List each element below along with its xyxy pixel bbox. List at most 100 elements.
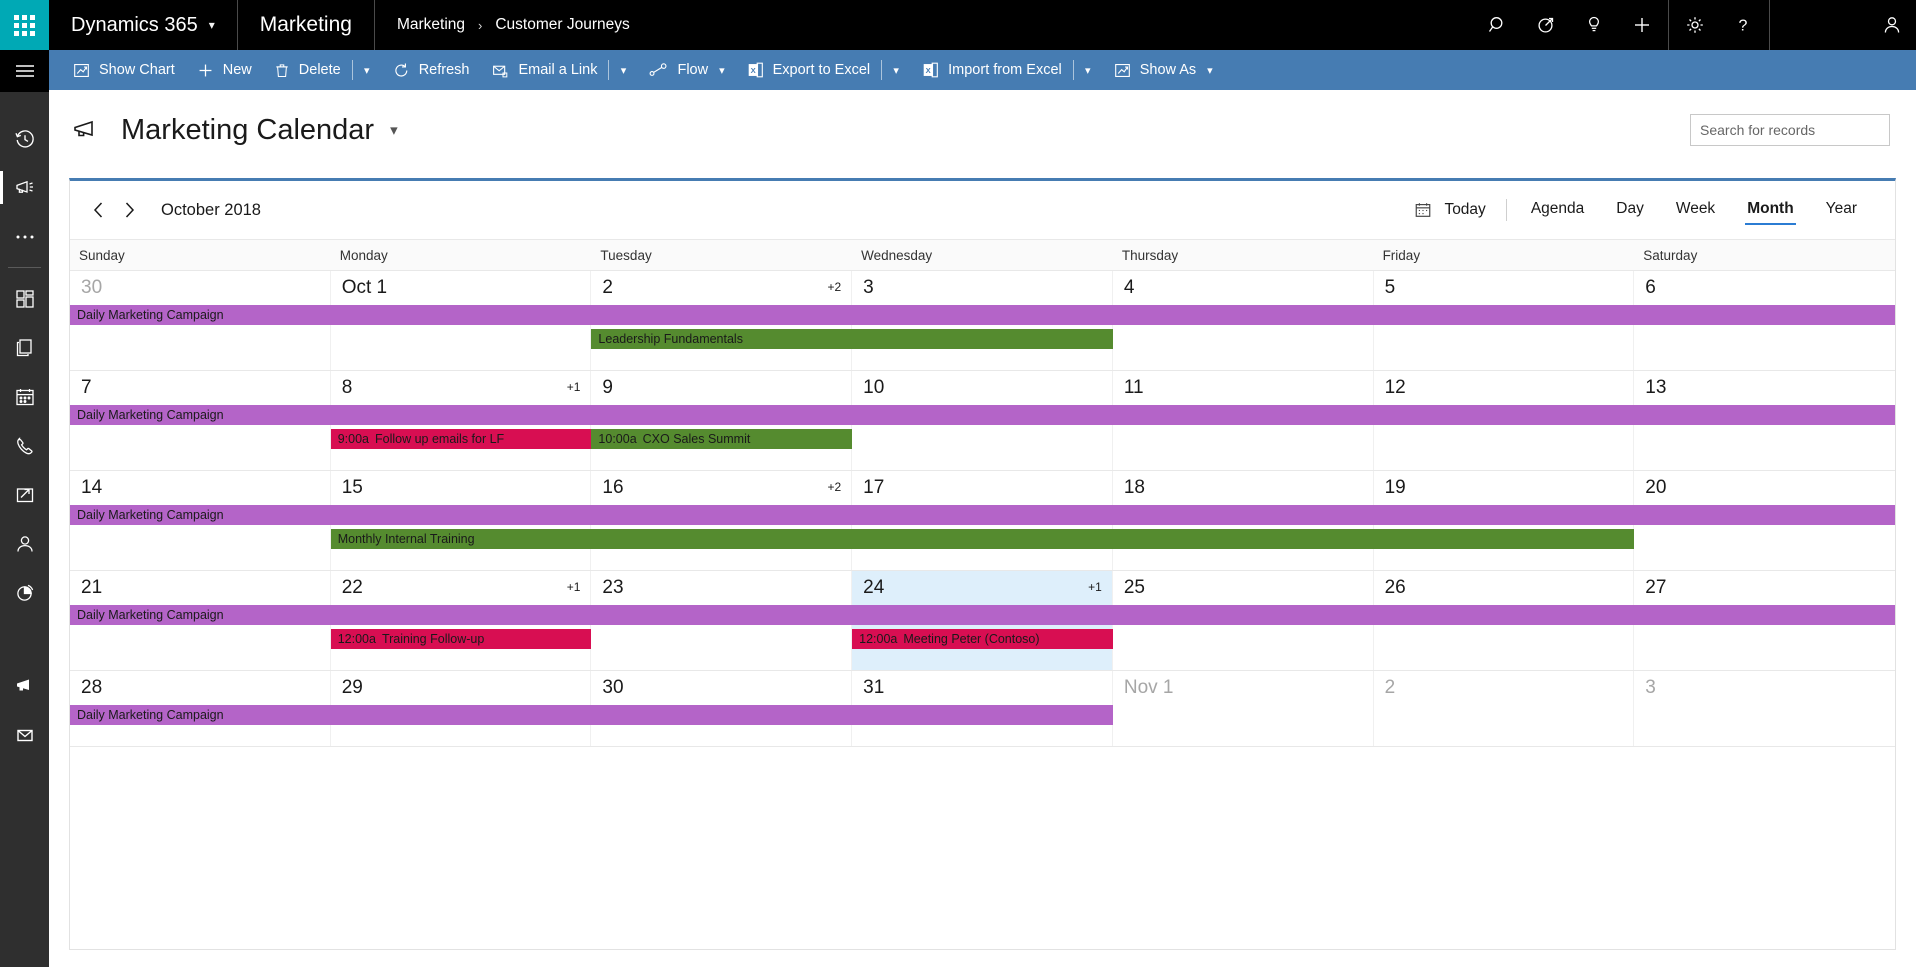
day-number[interactable]: 30 [81, 277, 102, 299]
command-delete-chevron-down-icon[interactable]: ▾ [351, 50, 382, 90]
app-launcher-button[interactable] [0, 0, 49, 50]
day-number[interactable]: 21 [81, 577, 102, 599]
day-number[interactable]: 16 [602, 477, 623, 499]
search-icon[interactable] [1474, 0, 1522, 50]
calendar-event[interactable]: Leadership Fundamentals [591, 329, 1113, 349]
search-input[interactable] [1700, 122, 1881, 138]
more-events-badge[interactable]: +1 [567, 380, 581, 394]
today-button[interactable]: Today [1402, 201, 1497, 219]
calendar-event[interactable]: 10:00a CXO Sales Summit [591, 429, 853, 449]
breadcrumb-parent[interactable]: Marketing [397, 16, 465, 34]
command-refresh[interactable]: Refresh [382, 50, 481, 90]
day-number[interactable]: 28 [81, 677, 102, 699]
sidebar-item-recent-items[interactable] [0, 114, 49, 163]
command-export-to-excel-chevron-down-icon[interactable]: ▾ [881, 50, 911, 90]
day-number[interactable]: 11 [1124, 377, 1144, 399]
sidebar-item-menu-toggle[interactable] [0, 50, 49, 92]
help-icon[interactable]: ? [1719, 0, 1767, 50]
search-records-box[interactable] [1690, 114, 1890, 146]
command-new[interactable]: New [186, 50, 263, 90]
day-number[interactable]: 31 [863, 677, 884, 699]
chevron-down-icon[interactable]: ▾ [719, 64, 725, 77]
more-events-badge[interactable]: +1 [567, 580, 581, 594]
calendar-event[interactable]: Monthly Internal Training [330, 529, 1635, 549]
calendar-event[interactable]: Daily Marketing Campaign [70, 505, 1895, 525]
user-avatar-icon[interactable] [1868, 0, 1916, 50]
day-number[interactable]: 25 [1124, 577, 1145, 599]
day-number[interactable]: 30 [602, 677, 623, 699]
day-number[interactable]: 5 [1385, 277, 1396, 299]
sidebar-item-cases[interactable] [0, 470, 49, 519]
app-name[interactable]: Marketing [238, 0, 375, 50]
assistant-icon[interactable] [1522, 0, 1570, 50]
dynamics-brand-menu[interactable]: Dynamics 365 ▾ [49, 0, 238, 50]
more-events-badge[interactable]: +1 [1088, 580, 1102, 594]
command-flow[interactable]: Flow ▾ [638, 50, 735, 90]
day-number[interactable]: 19 [1385, 477, 1406, 499]
day-number[interactable]: 13 [1645, 377, 1666, 399]
sidebar-item-campaigns[interactable] [0, 661, 49, 710]
calendar-event[interactable]: Daily Marketing Campaign [70, 605, 1895, 625]
command-show-chart[interactable]: Show Chart [62, 50, 186, 90]
command-export-to-excel[interactable]: X Export to Excel [736, 50, 882, 90]
sidebar-item-phone-calls[interactable] [0, 421, 49, 470]
day-number[interactable]: 8 [342, 377, 353, 399]
day-number[interactable]: 15 [342, 477, 363, 499]
sidebar-item-documents[interactable] [0, 323, 49, 372]
sidebar-item-more-options[interactable] [0, 212, 49, 261]
sidebar-item-pinned-marketing[interactable] [0, 163, 49, 212]
more-events-badge[interactable]: +2 [827, 280, 841, 294]
calendar-event[interactable]: Daily Marketing Campaign [70, 705, 1113, 725]
calendar-view-month[interactable]: Month [1731, 195, 1809, 225]
day-number[interactable]: 22 [342, 577, 363, 599]
day-number[interactable]: 2 [602, 277, 613, 299]
day-number[interactable]: 17 [863, 477, 884, 499]
next-month-button[interactable] [114, 195, 144, 225]
insights-lightbulb-icon[interactable] [1570, 0, 1618, 50]
calendar-event[interactable]: Daily Marketing Campaign [70, 405, 1895, 425]
day-number[interactable]: Nov 1 [1124, 677, 1174, 699]
quick-create-plus-icon[interactable] [1618, 0, 1666, 50]
calendar-event[interactable]: 9:00a Follow up emails for LF [330, 429, 592, 449]
view-selector[interactable]: Marketing Calendar ▾ [71, 114, 398, 147]
day-number[interactable]: 9 [602, 377, 613, 399]
day-number[interactable]: 18 [1124, 477, 1145, 499]
sidebar-item-dashboards[interactable] [0, 274, 49, 323]
day-number[interactable]: 20 [1645, 477, 1666, 499]
day-number[interactable]: 10 [863, 377, 884, 399]
sidebar-item-contacts[interactable] [0, 519, 49, 568]
calendar-view-day[interactable]: Day [1600, 195, 1660, 225]
day-number[interactable]: 27 [1645, 577, 1666, 599]
breadcrumb-current[interactable]: Customer Journeys [495, 16, 629, 34]
previous-month-button[interactable] [84, 195, 114, 225]
calendar-event[interactable]: 12:00a Training Follow-up [330, 629, 592, 649]
command-import-from-excel[interactable]: X Import from Excel [911, 50, 1073, 90]
command-email-a-link-chevron-down-icon[interactable]: ▾ [608, 50, 638, 90]
calendar-view-agenda[interactable]: Agenda [1515, 195, 1600, 225]
day-number[interactable]: 29 [342, 677, 363, 699]
day-number[interactable]: 3 [863, 277, 874, 299]
command-import-from-excel-chevron-down-icon[interactable]: ▾ [1072, 50, 1103, 90]
calendar-view-week[interactable]: Week [1660, 195, 1731, 225]
sidebar-item-email-messages[interactable] [0, 710, 49, 759]
command-delete[interactable]: Delete [263, 50, 352, 90]
calendar-view-year[interactable]: Year [1810, 195, 1873, 225]
day-number[interactable]: 24 [863, 577, 884, 599]
day-number[interactable]: 14 [81, 477, 102, 499]
day-number[interactable]: 26 [1385, 577, 1406, 599]
day-number[interactable]: 3 [1645, 677, 1656, 699]
chevron-down-icon[interactable]: ▾ [1207, 64, 1213, 77]
day-number[interactable]: 4 [1124, 277, 1135, 299]
day-number[interactable]: 6 [1645, 277, 1656, 299]
day-number[interactable]: 12 [1385, 377, 1406, 399]
command-show-as[interactable]: Show As ▾ [1103, 50, 1224, 90]
day-number[interactable]: 7 [81, 377, 92, 399]
calendar-event[interactable]: Daily Marketing Campaign [70, 305, 1895, 325]
day-number[interactable]: 2 [1385, 677, 1396, 699]
command-email-a-link[interactable]: Email a Link [480, 50, 608, 90]
settings-gear-icon[interactable] [1671, 0, 1719, 50]
calendar-event[interactable]: 12:00a Meeting Peter (Contoso) [852, 629, 1113, 649]
sidebar-item-analytics[interactable] [0, 568, 49, 617]
day-number[interactable]: 23 [602, 577, 623, 599]
sidebar-item-calendar[interactable] [0, 372, 49, 421]
